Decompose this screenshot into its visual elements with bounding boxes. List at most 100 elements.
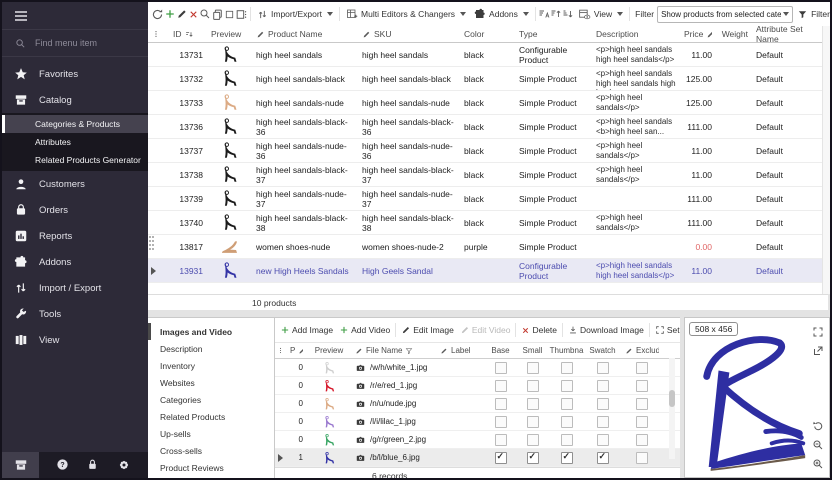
base-checkbox[interactable] xyxy=(495,380,507,392)
swatch-checkbox[interactable] xyxy=(597,434,609,446)
product-row[interactable]: 13737high heel sandals-nude-36high heel … xyxy=(148,139,822,163)
column-header-preview[interactable]: Preview xyxy=(307,343,351,358)
open-external-button[interactable] xyxy=(812,342,824,360)
store-manager-button[interactable] xyxy=(2,452,39,478)
media-row[interactable]: 0/l/i/lilac_1.jpg xyxy=(275,413,680,431)
product-row[interactable]: 13733high heel sandals-nudehigh heel san… xyxy=(148,91,822,115)
column-header-thumbnail[interactable]: Thumbna xyxy=(549,343,584,358)
column-header-color[interactable]: Color xyxy=(460,26,515,42)
edit-image-button[interactable]: Edit Image xyxy=(398,321,457,339)
media-row[interactable]: 1/b/l/blue_6.jpg xyxy=(275,449,680,467)
multi-editors-menu[interactable]: Multi Editors & Changers xyxy=(342,5,470,23)
products-grid-scrollbar[interactable] xyxy=(822,26,831,294)
swatch-checkbox[interactable] xyxy=(597,362,609,374)
addons-menu[interactable]: Addons xyxy=(470,5,533,23)
rotate-button[interactable] xyxy=(812,417,824,435)
exclude-checkbox[interactable] xyxy=(636,362,648,374)
refresh-button[interactable] xyxy=(151,5,164,23)
add-video-button[interactable]: Add Video xyxy=(336,321,393,339)
swatch-checkbox[interactable] xyxy=(597,452,609,464)
media-row[interactable]: 0/n/u/nude.jpg xyxy=(275,395,680,413)
sidebar-item-addons[interactable]: Addons xyxy=(2,249,148,275)
product-row[interactable]: 13740high heel sandals-black-38high heel… xyxy=(148,211,822,235)
product-row[interactable]: 13736high heel sandals-black-36high heel… xyxy=(148,115,822,139)
column-header-price[interactable]: Price xyxy=(680,26,716,42)
sidebar-item-favorites[interactable]: Favorites xyxy=(2,61,148,87)
tab-websites[interactable]: Websites xyxy=(148,374,274,391)
media-row[interactable]: 0/r/e/red_1.jpg xyxy=(275,377,680,395)
fullscreen-button[interactable] xyxy=(812,323,824,341)
base-checkbox[interactable] xyxy=(495,434,507,446)
small-checkbox[interactable] xyxy=(527,434,539,446)
zoom-out-button[interactable] xyxy=(812,436,824,454)
column-header-position[interactable]: P xyxy=(286,343,307,358)
small-checkbox[interactable] xyxy=(527,416,539,428)
column-header-swatch[interactable]: Swatch xyxy=(584,343,621,358)
sidebar-subitem-attributes[interactable]: Attributes xyxy=(2,133,148,151)
edit-video-button[interactable]: Edit Video xyxy=(457,321,514,339)
tab-cross-sells[interactable]: Cross-sells xyxy=(148,442,274,459)
thumbnail-checkbox[interactable] xyxy=(561,452,573,464)
small-checkbox[interactable] xyxy=(527,362,539,374)
sidebar-subitem-related-products-generator[interactable]: Related Products Generator xyxy=(2,151,148,169)
media-row[interactable]: 0/g/r/green_2.jpg xyxy=(275,431,680,449)
base-checkbox[interactable] xyxy=(495,398,507,410)
lock-button[interactable] xyxy=(86,456,99,474)
small-checkbox[interactable] xyxy=(527,398,539,410)
product-row[interactable]: 13739high heel sandals-nude-37high heel … xyxy=(148,187,822,211)
thumbnail-checkbox[interactable] xyxy=(561,416,573,428)
column-chooser[interactable] xyxy=(148,26,161,42)
scrollbar-thumb[interactable] xyxy=(669,390,675,407)
product-row[interactable]: 13738high heel sandals-black-37high heel… xyxy=(148,163,822,187)
hamburger-menu-icon[interactable] xyxy=(13,7,29,25)
tab-categories[interactable]: Categories xyxy=(148,391,274,408)
exclude-checkbox[interactable] xyxy=(636,434,648,446)
small-checkbox[interactable] xyxy=(527,452,539,464)
view-menu[interactable]: View xyxy=(574,5,627,23)
edit-product-button[interactable] xyxy=(176,5,188,23)
column-header-small[interactable]: Small xyxy=(516,343,549,358)
help-button[interactable] xyxy=(56,456,69,474)
small-checkbox[interactable] xyxy=(527,380,539,392)
sidebar-item-reports[interactable]: Reports xyxy=(2,223,148,249)
column-header-type[interactable]: Type xyxy=(515,26,592,42)
product-row[interactable]: 13817women shoes-nudewomen shoes-nude-2p… xyxy=(148,235,822,259)
tab-images-and-video[interactable]: Images and Video xyxy=(148,323,274,340)
tab-product-reviews[interactable]: Product Reviews xyxy=(148,459,274,476)
add-product-button[interactable] xyxy=(164,5,176,23)
swatch-checkbox[interactable] xyxy=(597,416,609,428)
collapse-rows-button[interactable] xyxy=(562,5,574,23)
base-checkbox[interactable] xyxy=(495,362,507,374)
base-checkbox[interactable] xyxy=(495,452,507,464)
media-row[interactable]: 0/w/h/white_1.jpg xyxy=(275,359,680,377)
exclude-checkbox[interactable] xyxy=(636,416,648,428)
sidebar-item-orders[interactable]: Orders xyxy=(2,197,148,223)
column-header-product-name[interactable]: Product Name xyxy=(252,26,358,42)
column-header-attribute-set[interactable]: Attribute Set Name xyxy=(752,26,822,42)
tab-up-sells[interactable]: Up-sells xyxy=(148,425,274,442)
column-header-id[interactable]: ID xyxy=(161,26,207,42)
column-header-exclude[interactable]: Exclude xyxy=(621,343,663,358)
set-resize-rule-button[interactable]: Set Resize Rule xyxy=(652,321,680,339)
filter-select[interactable]: Show products from selected categories xyxy=(657,6,793,23)
sidebar-item-catalog[interactable]: Catalog xyxy=(2,87,148,113)
copy-button[interactable] xyxy=(211,5,224,23)
sidebar-item-tools[interactable]: Tools xyxy=(2,301,148,327)
expand-rows-button[interactable] xyxy=(550,5,562,23)
delete-product-button[interactable] xyxy=(188,5,199,23)
filters-menu[interactable]: Filters xyxy=(793,5,830,23)
search-button[interactable] xyxy=(199,5,211,23)
column-header-sku[interactable]: SKU xyxy=(358,26,460,42)
settings-button[interactable] xyxy=(117,456,131,474)
column-header-base[interactable]: Base xyxy=(485,343,516,358)
add-image-button[interactable]: Add Image xyxy=(277,321,336,339)
thumbnail-checkbox[interactable] xyxy=(561,380,573,392)
exclude-checkbox[interactable] xyxy=(636,380,648,392)
tab-description[interactable]: Description xyxy=(148,340,274,357)
sidebar-search-input[interactable]: Find menu item xyxy=(2,30,148,57)
product-row[interactable]: 13731high heel sandalshigh heel sandalsb… xyxy=(148,43,822,67)
sidebar-item-import-export[interactable]: Import / Export xyxy=(2,275,148,301)
thumbnail-checkbox[interactable] xyxy=(561,362,573,374)
sidebar-item-customers[interactable]: Customers xyxy=(2,171,148,197)
swatch-checkbox[interactable] xyxy=(597,398,609,410)
